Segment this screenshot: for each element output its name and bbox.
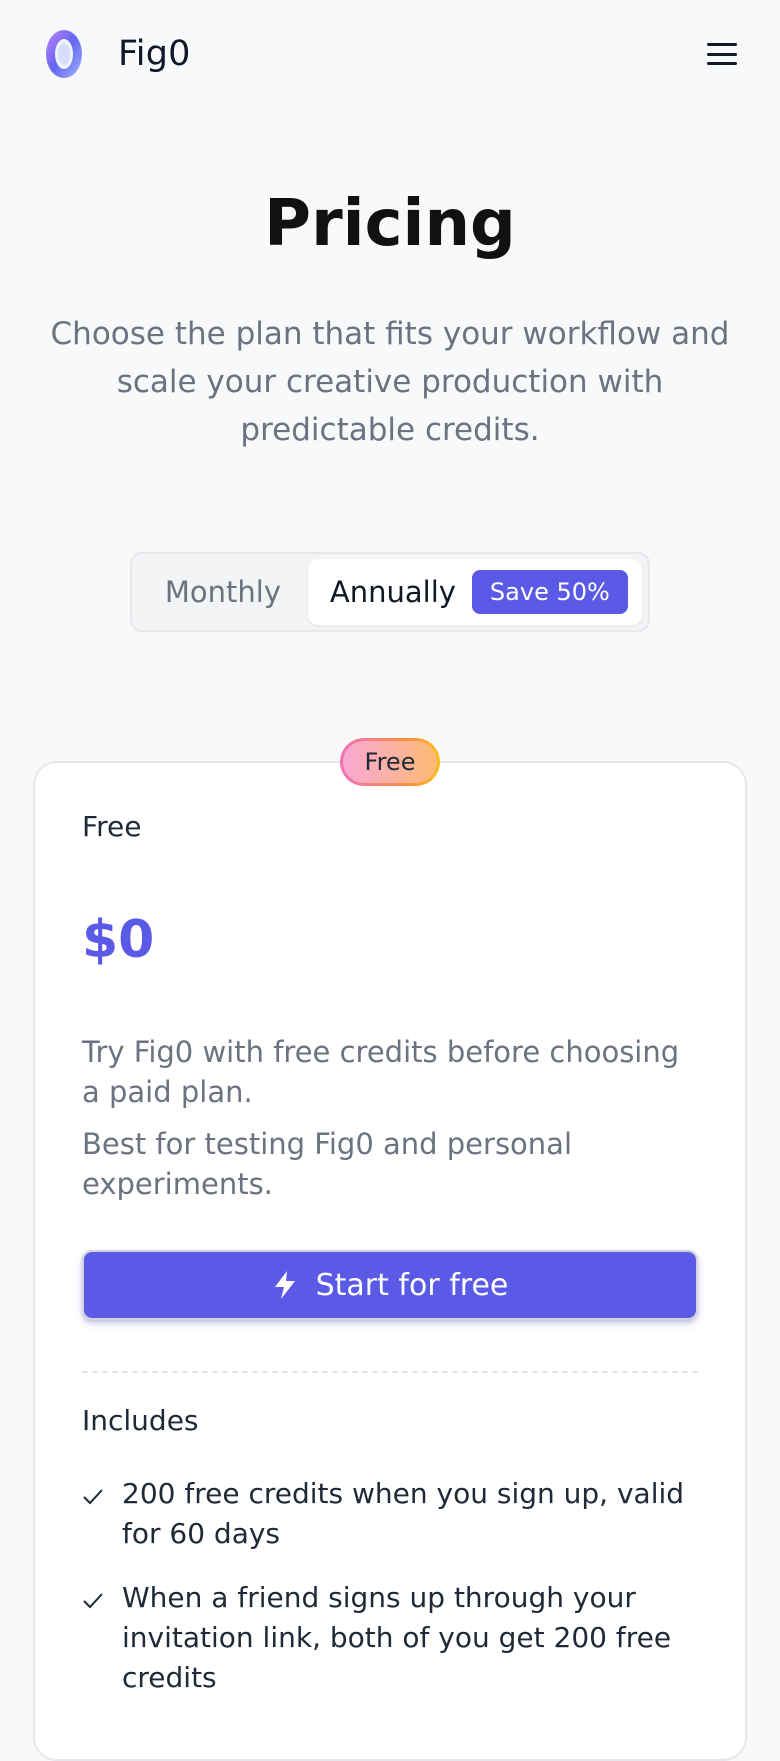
feature-text: When a friend signs up through your invi…: [122, 1581, 672, 1694]
lightning-bolt-icon: [274, 1271, 295, 1299]
save-badge: Save 50%: [471, 570, 628, 614]
plan-best-for: Best for testing Fig0 and personal exper…: [82, 1127, 572, 1201]
dashed-divider: [82, 1371, 698, 1373]
feature-item: 200 free credits when you sign up, valid…: [82, 1474, 702, 1554]
includes-heading: Includes: [82, 1404, 199, 1437]
top-navigation: Fig0: [0, 0, 780, 108]
check-icon: [83, 1593, 103, 1609]
feature-item: When a friend signs up through your invi…: [82, 1578, 702, 1698]
start-for-free-label: Start for free: [315, 1267, 509, 1303]
plan-description: Try Fig0 with free credits before choosi…: [82, 1035, 680, 1109]
hamburger-menu-icon[interactable]: [704, 39, 740, 69]
plan-ribbon-label: Free: [343, 741, 437, 783]
billing-period-toggle: Monthly Annually Save 50%: [130, 552, 650, 632]
feature-list: 200 free credits when you sign up, valid…: [82, 1474, 702, 1722]
fig0-logo-icon: [46, 30, 82, 78]
start-for-free-button[interactable]: Start for free: [82, 1250, 698, 1320]
toggle-annually-label: Annually: [329, 575, 456, 609]
feature-text: 200 free credits when you sign up, valid…: [122, 1477, 685, 1550]
page-subtitle: Choose the plan that fits your workflow …: [50, 316, 730, 448]
plan-price: $0: [82, 910, 155, 970]
check-icon: [83, 1489, 103, 1505]
brand[interactable]: Fig0: [40, 26, 191, 82]
plan-ribbon-badge: Free: [340, 738, 440, 786]
page-title: Pricing: [264, 187, 516, 261]
plan-name: Free: [82, 810, 142, 843]
brand-name: Fig0: [118, 34, 191, 74]
toggle-monthly[interactable]: Monthly: [138, 559, 308, 625]
toggle-annually[interactable]: Annually Save 50%: [307, 559, 642, 625]
